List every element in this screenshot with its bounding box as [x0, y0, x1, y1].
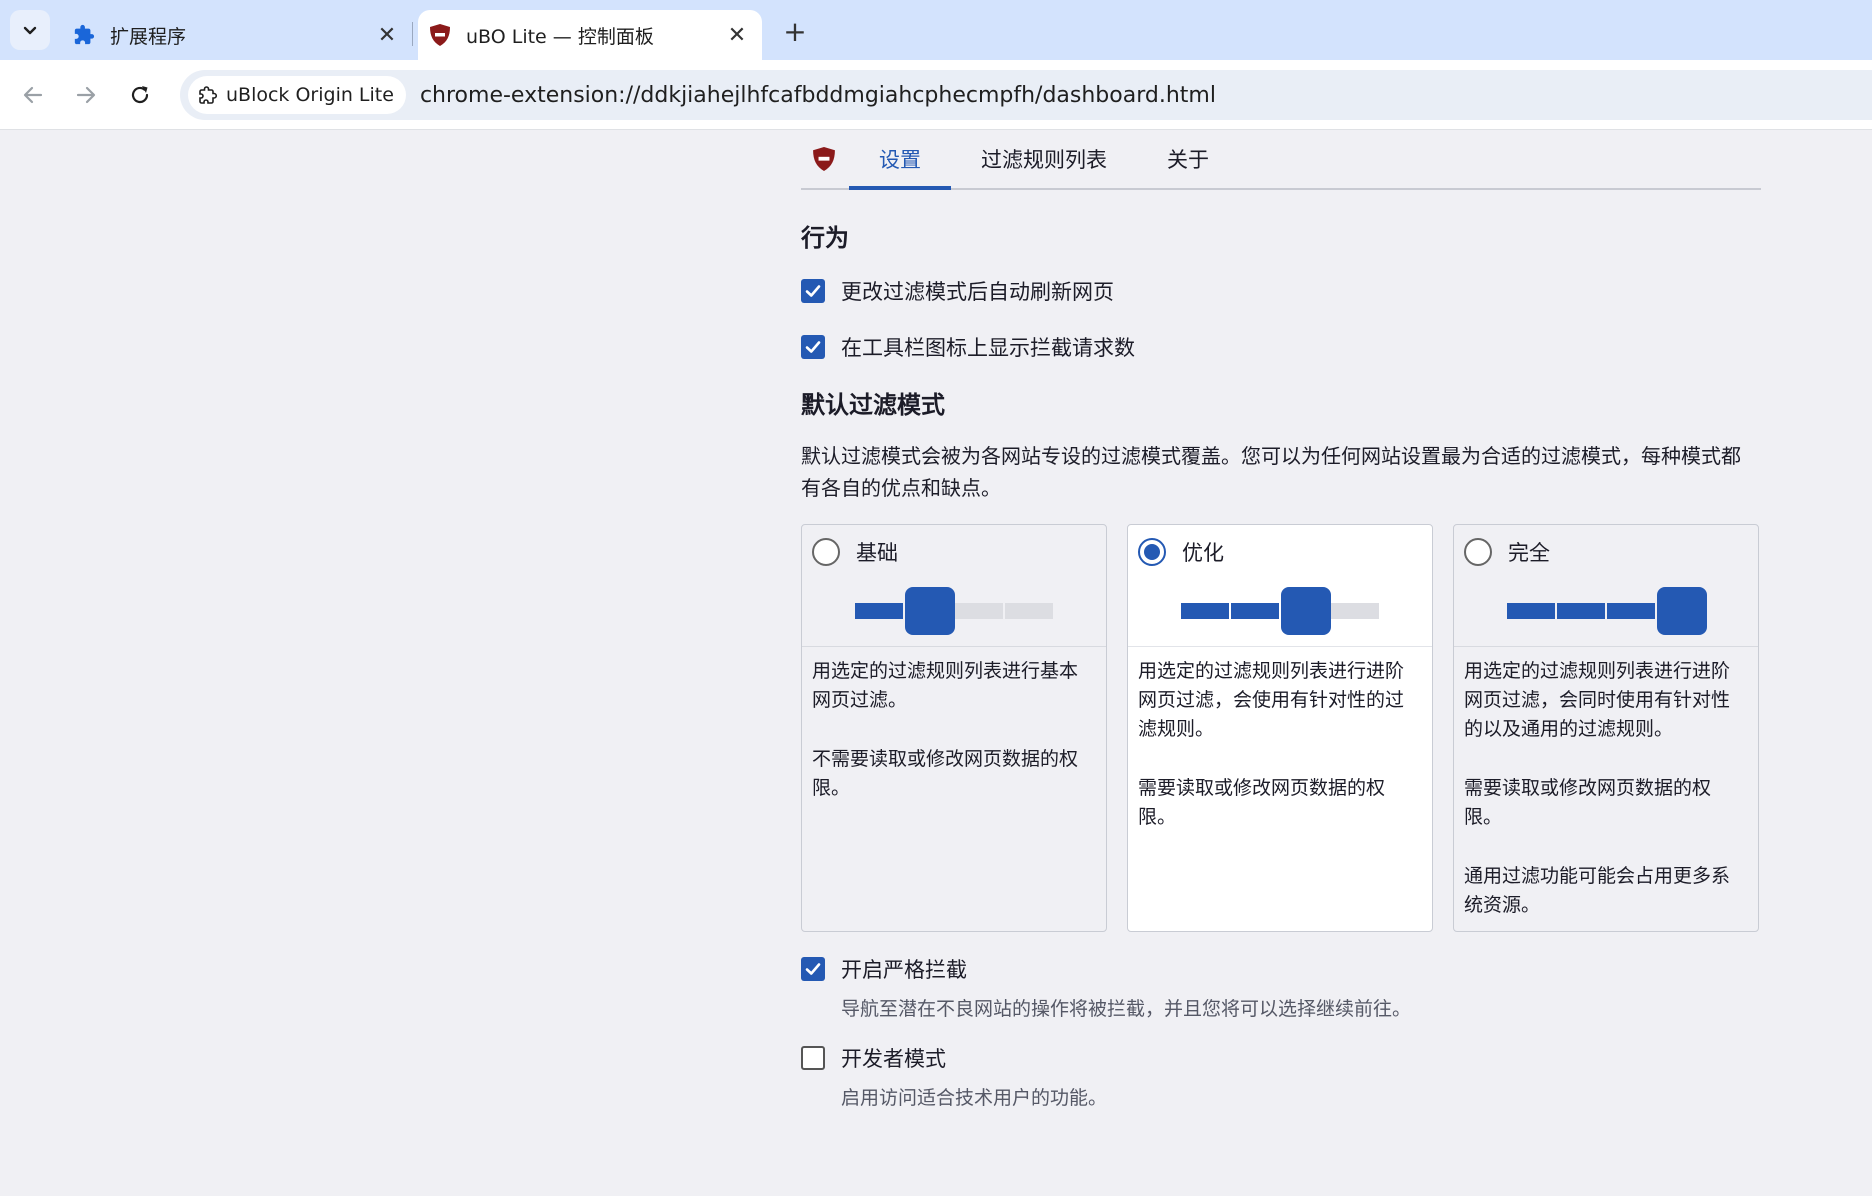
- strict-block-option: 开启严格拦截 导航至潜在不良网站的操作将被拦截，并且您将可以选择继续前往。: [801, 952, 1761, 1021]
- close-icon[interactable]: ✕: [372, 20, 402, 50]
- checkbox-strict-block[interactable]: [801, 957, 825, 981]
- mode-permission: 需要读取或修改网页数据的权限。: [1464, 777, 1712, 828]
- slider-segment: [955, 603, 1003, 619]
- strict-block-label: 开启严格拦截: [841, 958, 967, 982]
- mode-level-slider: [855, 587, 1055, 635]
- slider-knob: [1281, 587, 1331, 635]
- tab-divider: [412, 22, 413, 46]
- option-auto-reload[interactable]: 更改过滤模式后自动刷新网页: [801, 273, 1761, 309]
- tab-ubo-dashboard[interactable]: uBO Lite — 控制面板 ✕: [418, 10, 762, 60]
- mode-card-complete[interactable]: 完全 用选定的过滤规则列表进行进阶网页过滤，会同时使用有针对性的以及通用的过滤规…: [1453, 524, 1759, 932]
- puzzle-icon: [72, 23, 96, 47]
- dashboard-content: 设置 过滤规则列表 关于 行为 更改过滤模式后自动刷新网页 在工具栏图标上显示拦…: [801, 130, 1761, 1110]
- developer-mode-option: 开发者模式 启用访问适合技术用户的功能。: [801, 1041, 1761, 1110]
- tab-about[interactable]: 关于: [1137, 130, 1239, 188]
- checkbox-developer-mode[interactable]: [801, 1046, 825, 1070]
- mode-name: 基础: [856, 541, 898, 565]
- radio-complete[interactable]: [1464, 538, 1492, 566]
- filter-mode-description: 默认过滤模式会被为各网站专设的过滤模式覆盖。您可以为任何网站设置最为合适的过滤模…: [801, 444, 1741, 500]
- slider-segment: [1607, 603, 1655, 619]
- reload-icon: [131, 86, 149, 104]
- radio-basic[interactable]: [812, 538, 840, 566]
- radio-optimal[interactable]: [1138, 538, 1166, 566]
- tab-search-button[interactable]: [10, 10, 50, 50]
- arrow-right-icon: [76, 86, 96, 104]
- arrow-left-icon: [23, 86, 43, 104]
- mode-level-slider: [1507, 587, 1707, 635]
- mode-permission: 不需要读取或修改网页数据的权限。: [812, 748, 1079, 799]
- tab-title: 扩展程序: [110, 25, 187, 48]
- checkmark-icon: [805, 285, 821, 297]
- mode-permission: 需要读取或修改网页数据的权限。: [1138, 777, 1386, 828]
- tab-extensions[interactable]: 扩展程序 ✕: [62, 10, 412, 60]
- extension-page-icon: [198, 84, 220, 106]
- tab-title: uBO Lite — 控制面板: [466, 25, 654, 48]
- behavior-heading: 行为: [801, 224, 849, 252]
- slider-segment: [1231, 603, 1279, 619]
- developer-mode-label: 开发者模式: [841, 1047, 946, 1071]
- slider-segment: [1507, 603, 1555, 619]
- ubo-logo-icon: [801, 130, 847, 188]
- strict-block-description: 导航至潜在不良网站的操作将被拦截，并且您将可以选择继续前往。: [841, 998, 1412, 1020]
- new-tab-button[interactable]: +: [778, 14, 812, 48]
- slider-segment: [1331, 603, 1379, 619]
- checkmark-icon: [805, 963, 821, 975]
- slider-knob: [1657, 587, 1707, 635]
- site-info-label: uBlock Origin Lite: [226, 84, 394, 106]
- slider-segment: [1181, 603, 1229, 619]
- reload-button[interactable]: [121, 76, 159, 114]
- tab-strip: 扩展程序 ✕ uBO Lite — 控制面板 ✕ +: [0, 0, 1872, 60]
- chevron-down-icon: [23, 26, 37, 35]
- address-bar[interactable]: uBlock Origin Lite chrome-extension://dd…: [180, 70, 1872, 120]
- filter-mode-cards: 基础 用选定的过滤规则列表进行基本网页过滤。 不需要读取或修改网页数据的权限。: [801, 524, 1761, 932]
- mode-description: 用选定的过滤规则列表进行进阶网页过滤，会同时使用有针对性的以及通用的过滤规则。: [1464, 660, 1731, 740]
- browser-toolbar: uBlock Origin Lite chrome-extension://dd…: [0, 60, 1872, 130]
- mode-description: 用选定的过滤规则列表进行基本网页过滤。: [812, 660, 1079, 711]
- ubo-shield-icon: [428, 23, 452, 47]
- mode-name: 完全: [1508, 541, 1550, 565]
- filter-mode-heading: 默认过滤模式: [801, 391, 945, 419]
- slider-segment: [855, 603, 903, 619]
- tab-filter-lists[interactable]: 过滤规则列表: [951, 130, 1137, 188]
- forward-button[interactable]: [67, 76, 105, 114]
- tab-settings[interactable]: 设置: [849, 130, 951, 190]
- back-button[interactable]: [14, 76, 52, 114]
- slider-knob: [905, 587, 955, 635]
- option-label: 在工具栏图标上显示拦截请求数: [841, 336, 1135, 360]
- mode-card-optimal[interactable]: 优化 用选定的过滤规则列表进行进阶网页过滤，会使用有针对性的过滤规则。 需要读取…: [1127, 524, 1433, 932]
- slider-segment: [1005, 603, 1053, 619]
- site-info-chip[interactable]: uBlock Origin Lite: [188, 76, 406, 114]
- developer-mode-row[interactable]: 开发者模式: [801, 1041, 1761, 1075]
- checkmark-icon: [805, 341, 821, 353]
- mode-name: 优化: [1182, 541, 1224, 565]
- mode-card-basic[interactable]: 基础 用选定的过滤规则列表进行基本网页过滤。 不需要读取或修改网页数据的权限。: [801, 524, 1107, 932]
- url-text[interactable]: chrome-extension://ddkjiahejlhfcafbddmgi…: [420, 83, 1216, 108]
- mode-note: 通用过滤功能可能会占用更多系统资源。: [1464, 865, 1731, 916]
- checkbox-show-block-count[interactable]: [801, 335, 825, 359]
- checkbox-auto-reload[interactable]: [801, 279, 825, 303]
- strict-block-row[interactable]: 开启严格拦截: [801, 952, 1761, 986]
- mode-level-slider: [1181, 587, 1381, 635]
- option-show-block-count[interactable]: 在工具栏图标上显示拦截请求数: [801, 329, 1761, 365]
- option-label: 更改过滤模式后自动刷新网页: [841, 280, 1114, 304]
- developer-mode-description: 启用访问适合技术用户的功能。: [841, 1087, 1108, 1109]
- slider-segment: [1557, 603, 1605, 619]
- dashboard-tab-bar: 设置 过滤规则列表 关于: [801, 130, 1761, 190]
- mode-description: 用选定的过滤规则列表进行进阶网页过滤，会使用有针对性的过滤规则。: [1138, 660, 1405, 740]
- close-icon[interactable]: ✕: [722, 20, 752, 50]
